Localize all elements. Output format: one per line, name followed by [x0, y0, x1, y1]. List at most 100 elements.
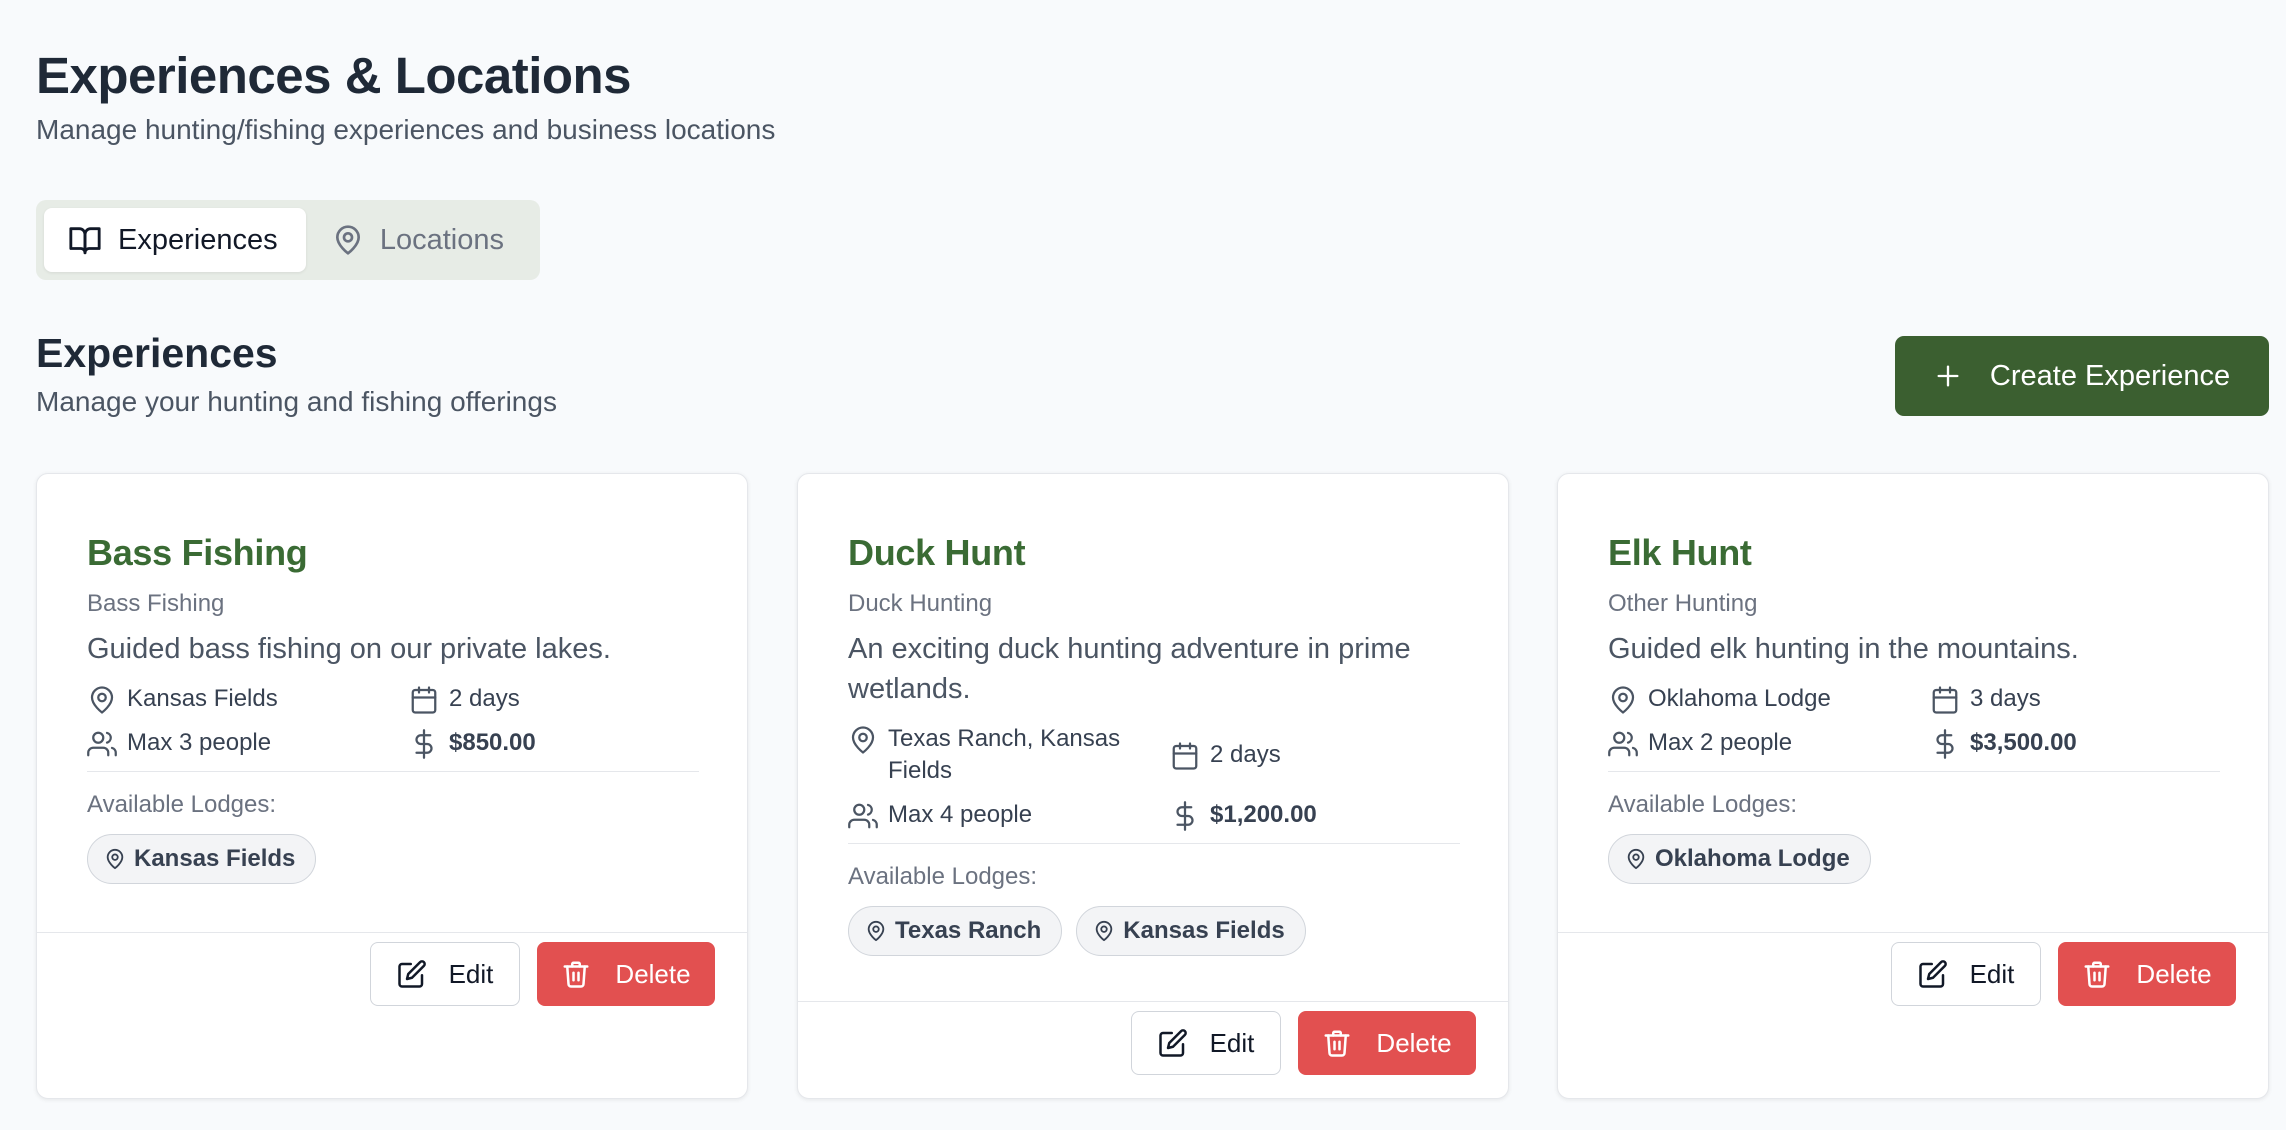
card-location: Oklahoma Lodge	[1608, 683, 1930, 715]
divider	[1608, 771, 2220, 772]
lodges-list: Kansas Fields	[87, 834, 699, 884]
card-location-text: Kansas Fields	[127, 685, 278, 712]
lodge-name: Oklahoma Lodge	[1655, 845, 1850, 872]
card-location: Kansas Fields	[87, 683, 409, 715]
map-pin-icon	[106, 848, 124, 870]
card-location-text: Oklahoma Lodge	[1648, 685, 1831, 712]
divider	[87, 771, 699, 772]
experience-card: Elk Hunt Other Hunting Guided elk huntin…	[1557, 473, 2269, 1099]
create-experience-label: Create Experience	[1989, 359, 2231, 392]
card-price-text: $850.00	[449, 729, 536, 756]
card-duration: 3 days	[1930, 683, 2220, 715]
users-icon	[848, 803, 878, 829]
card-price-text: $1,200.00	[1210, 801, 1317, 828]
delete-label: Delete	[2136, 958, 2212, 989]
experience-card: Duck Hunt Duck Hunting An exciting duck …	[797, 473, 1509, 1099]
map-pin-icon	[867, 920, 885, 942]
trash-icon	[563, 961, 589, 988]
card-category: Other Hunting	[1608, 590, 1758, 617]
lodges-list: Texas Ranch Kansas Fields	[848, 906, 1460, 956]
tab-locations-label: Locations	[379, 223, 504, 256]
card-price: $850.00	[409, 727, 699, 759]
card-description: An exciting duck hunting adventure in pr…	[848, 633, 1411, 705]
card-footer: Edit Delete	[1558, 932, 2268, 1100]
users-icon	[1608, 731, 1638, 757]
card-title: Bass Fishing	[87, 532, 308, 573]
edit-label: Edit	[448, 958, 494, 989]
edit-button[interactable]: Edit	[1891, 942, 2041, 1006]
card-duration: 2 days	[409, 683, 699, 715]
card-capacity-text: Max 3 people	[127, 729, 272, 756]
card-duration-text: 3 days	[1970, 685, 2041, 712]
card-meta: Oklahoma Lodge 3 days Max 2 people $3,50…	[1608, 683, 2220, 759]
plus-icon	[1937, 365, 1959, 387]
map-pin-icon	[1096, 920, 1113, 942]
book-open-icon	[69, 227, 101, 255]
users-icon	[87, 731, 117, 757]
tab-bar: Experiences Locations	[36, 200, 540, 280]
card-meta: Texas Ranch, Kansas Fields 2 days Max 4 …	[848, 723, 1460, 831]
calendar-icon	[1932, 686, 1958, 714]
edit-icon	[1918, 960, 1947, 988]
card-capacity-text: Max 2 people	[1648, 729, 1793, 756]
card-footer: Edit Delete	[798, 1001, 1508, 1100]
edit-icon	[1158, 1029, 1187, 1057]
dollar-sign-icon	[415, 729, 433, 759]
lodge-name: Kansas Fields	[134, 845, 296, 872]
delete-label: Delete	[615, 958, 691, 989]
edit-label: Edit	[1209, 1027, 1255, 1058]
lodge-badge: Oklahoma Lodge	[1608, 834, 1871, 884]
edit-button[interactable]: Edit	[370, 942, 520, 1006]
card-capacity: Max 4 people	[848, 799, 1170, 831]
card-price-text: $3,500.00	[1970, 729, 2077, 756]
lodges-list: Oklahoma Lodge	[1608, 834, 2220, 884]
edit-button[interactable]: Edit	[1131, 1011, 1281, 1075]
lodge-badge: Texas Ranch	[848, 906, 1063, 956]
lodges-label: Available Lodges:	[87, 791, 277, 818]
page-title: Experiences & Locations	[36, 47, 632, 104]
card-duration: 2 days	[1170, 723, 1460, 787]
lodge-badge: Kansas Fields	[1076, 906, 1306, 956]
map-pin-icon	[335, 225, 360, 255]
card-duration-text: 2 days	[1210, 741, 1281, 768]
tab-locations[interactable]: Locations	[308, 208, 532, 272]
page: Experiences & Locations Manage hunting/f…	[0, 0, 2286, 1130]
lodge-badge: Kansas Fields	[87, 834, 317, 884]
delete-button[interactable]: Delete	[2058, 942, 2236, 1006]
card-duration-text: 2 days	[449, 685, 520, 712]
tab-experiences-label: Experiences	[118, 223, 278, 256]
trash-icon	[1324, 1030, 1350, 1057]
edit-label: Edit	[1969, 958, 2015, 989]
calendar-icon	[411, 686, 437, 714]
experience-card: Bass Fishing Bass Fishing Guided bass fi…	[36, 473, 748, 1099]
card-description: Guided elk hunting in the mountains.	[1608, 633, 2079, 665]
card-category: Duck Hunting	[848, 590, 993, 617]
map-pin-icon	[90, 686, 114, 714]
card-location: Texas Ranch, Kansas Fields	[848, 723, 1170, 787]
create-experience-button[interactable]: Create Experience	[1895, 336, 2269, 416]
card-description: Guided bass fishing on our private lakes…	[87, 633, 611, 665]
card-price: $3,500.00	[1930, 727, 2220, 759]
map-pin-icon	[1611, 686, 1635, 714]
tab-experiences[interactable]: Experiences	[44, 208, 306, 272]
lodges-label: Available Lodges:	[848, 863, 1038, 890]
calendar-icon	[1172, 742, 1198, 770]
card-location-text: Texas Ranch, Kansas Fields	[888, 725, 1121, 784]
card-meta: Kansas Fields 2 days Max 3 people $850.0…	[87, 683, 699, 759]
card-title: Elk Hunt	[1608, 532, 1752, 573]
card-price: $1,200.00	[1170, 799, 1460, 831]
page-subtitle: Manage hunting/fishing experiences and b…	[36, 114, 776, 145]
card-title: Duck Hunt	[848, 532, 1026, 573]
lodge-name: Kansas Fields	[1123, 917, 1285, 944]
divider	[848, 843, 1460, 844]
lodge-name: Texas Ranch	[895, 917, 1042, 944]
delete-button[interactable]: Delete	[537, 942, 715, 1006]
dollar-sign-icon	[1936, 729, 1954, 759]
delete-button[interactable]: Delete	[1298, 1011, 1476, 1075]
section-subtitle: Manage your hunting and fishing offering…	[36, 386, 557, 417]
card-capacity: Max 2 people	[1608, 727, 1930, 759]
edit-icon	[397, 960, 426, 988]
card-capacity: Max 3 people	[87, 727, 409, 759]
map-pin-icon	[851, 726, 875, 754]
card-capacity-text: Max 4 people	[888, 801, 1033, 828]
